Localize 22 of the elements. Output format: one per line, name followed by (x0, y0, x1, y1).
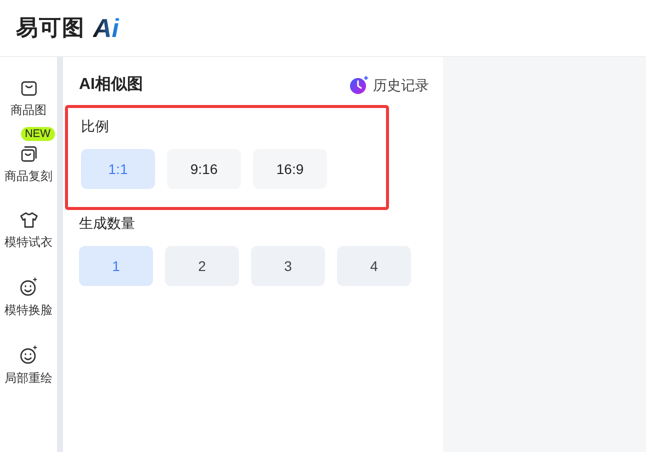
scrollbar[interactable] (57, 57, 63, 452)
smiley-icon (18, 345, 38, 365)
stacked-bags-icon (20, 145, 38, 163)
sidebar-item[interactable]: 局部重绘 (0, 345, 56, 387)
sidebar-item[interactable]: 模特换脸 (0, 277, 56, 319)
shirt-icon (18, 211, 38, 229)
smiley-icon (18, 277, 38, 297)
option-button[interactable]: 16:9 (253, 149, 327, 189)
new-badge: NEW (20, 127, 54, 141)
sidebar-item[interactable]: 商品图 (0, 79, 56, 119)
logo-wordmark: 易可图 (16, 14, 85, 42)
option-button[interactable]: 2 (165, 246, 239, 286)
clock-icon (349, 75, 369, 95)
panel-title: AI相似图 (79, 74, 143, 95)
option-button[interactable]: 9:16 (167, 149, 241, 189)
section-label: 生成数量 (79, 214, 136, 233)
option-button[interactable]: 3 (251, 246, 325, 286)
bag-icon (20, 79, 38, 97)
history-button[interactable]: 历史记录 (349, 74, 429, 96)
option-button[interactable]: 4 (337, 246, 411, 286)
sidebar-item[interactable]: 模特试衣 (0, 211, 56, 251)
section-label: 比例 (81, 117, 110, 136)
